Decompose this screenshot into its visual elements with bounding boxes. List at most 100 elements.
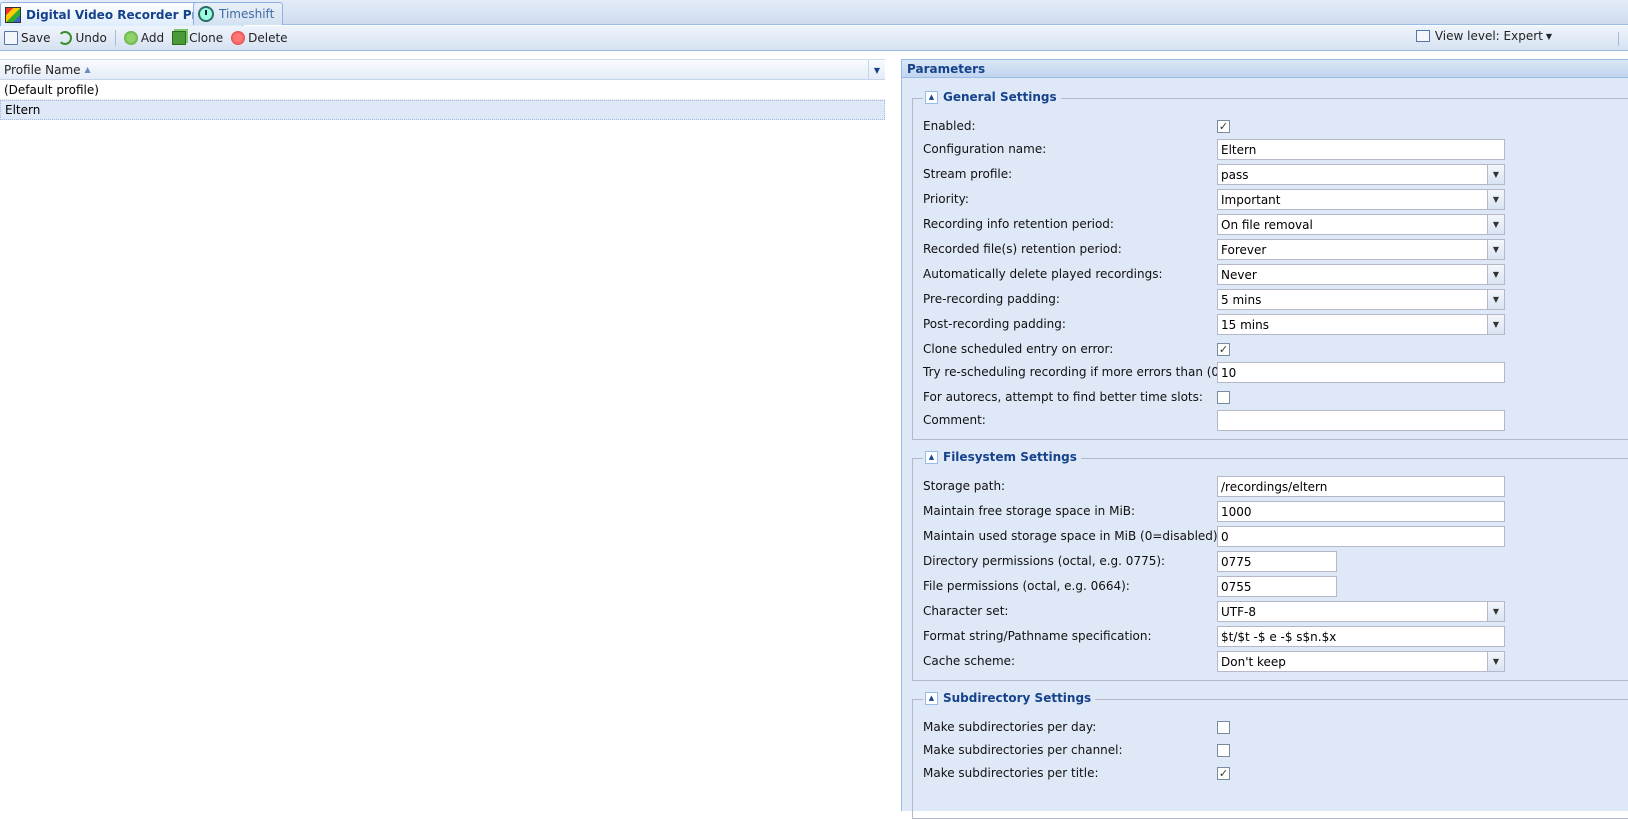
select-value: 5 mins [1221,292,1262,307]
info-retention-select[interactable]: On file removal ▼ [1217,214,1505,235]
add-button[interactable]: Add [120,27,168,49]
select-value: pass [1221,167,1249,182]
info-retention-row: Recording info retention period: On file… [923,214,1628,236]
profile-name-cell: Eltern [5,103,41,117]
config-name-input[interactable]: Eltern [1217,139,1505,160]
priority-select[interactable]: Important ▼ [1217,189,1505,210]
column-menu-button[interactable]: ▼ [868,60,885,80]
post-padding-row: Post-recording padding: 15 mins ▼ [923,314,1628,336]
fieldset-title: Subdirectory Settings [943,691,1092,705]
post-padding-select[interactable]: 15 mins ▼ [1217,314,1505,335]
subdirectory-settings-legend[interactable]: ▲ Subdirectory Settings [923,691,1096,705]
collapse-icon[interactable]: ▲ [925,90,938,104]
field-label: Pre-recording padding: [923,292,1060,306]
field-label: Make subdirectories per title: [923,766,1099,780]
clone-icon [172,31,187,45]
field-label: Directory permissions (octal, e.g. 0775)… [923,554,1166,568]
file-perms-input[interactable]: 0755 [1217,576,1337,597]
select-value: UTF-8 [1221,604,1256,619]
undo-icon [58,31,73,45]
file-retention-select[interactable]: Forever ▼ [1217,239,1505,260]
per-title-row: Make subdirectories per title: ✓ [923,763,1628,785]
field-label: Storage path: [923,479,1006,493]
per-channel-checkbox[interactable] [1217,744,1230,757]
reschedule-input[interactable]: 10 [1217,362,1505,383]
storage-path-input[interactable]: /recordings/eltern [1217,476,1505,497]
chevron-down-icon[interactable]: ▼ [1487,315,1504,334]
charset-select[interactable]: UTF-8 ▼ [1217,601,1505,622]
pre-padding-select[interactable]: 5 mins ▼ [1217,289,1505,310]
filesystem-settings-legend[interactable]: ▲ Filesystem Settings [923,450,1081,464]
save-label: Save [21,31,51,45]
field-label: Maintain free storage space in MiB: [923,504,1136,518]
select-value: Never [1221,267,1257,282]
better-slots-checkbox[interactable] [1217,391,1230,404]
per-title-checkbox[interactable]: ✓ [1217,767,1230,780]
chevron-down-icon[interactable]: ▼ [1487,165,1504,184]
filesystem-settings-fieldset: ▲ Filesystem Settings Storage path: /rec… [912,450,1628,681]
stream-profile-select[interactable]: pass ▼ [1217,164,1505,185]
sort-ascending-icon: ▲ [84,65,91,74]
column-header-profile-name[interactable]: Profile Name ▲ [0,63,91,77]
clone-label: Clone [189,31,224,45]
field-label: Maintain used storage space in MiB (0=di… [923,529,1222,543]
chevron-down-icon[interactable]: ▼ [1487,265,1504,284]
used-space-input[interactable]: 0 [1217,526,1505,547]
table-row[interactable]: Eltern [0,100,885,120]
add-icon [123,31,138,45]
file-perms-row: File permissions (octal, e.g. 0664): 075… [923,576,1628,598]
cache-row: Cache scheme: Don't keep ▼ [923,651,1628,673]
field-label: Try re-scheduling recording if more erro… [923,365,1254,379]
view-level-icon [1415,30,1430,42]
general-settings-fieldset: ▲ General Settings Enabled: ✓ Configurat… [912,90,1628,440]
chevron-down-icon[interactable]: ▼ [1487,290,1504,309]
clone-on-error-checkbox[interactable]: ✓ [1217,343,1230,356]
better-slots-row: For autorecs, attempt to find better tim… [923,387,1628,409]
collapse-icon[interactable]: ▲ [925,450,938,464]
undo-button[interactable]: Undo [54,27,110,49]
tab-timeshift[interactable]: Timeshift [193,2,284,25]
cache-select[interactable]: Don't keep ▼ [1217,651,1505,672]
free-space-input[interactable]: 1000 [1217,501,1505,522]
view-level-button[interactable]: View level: Expert ▼ [1415,29,1552,43]
field-label: Automatically delete played recordings: [923,267,1163,281]
general-settings-legend[interactable]: ▲ General Settings [923,90,1061,104]
chevron-down-icon[interactable]: ▼ [1487,602,1504,621]
chevron-down-icon[interactable]: ▼ [1487,215,1504,234]
delete-button[interactable]: Delete [227,27,291,49]
toolbar: Save Undo Add Clone Delete View level: E… [0,26,1628,51]
auto-delete-row: Automatically delete played recordings: … [923,264,1628,286]
grid-header: Profile Name ▲ ▼ [0,59,885,80]
profile-name-cell: (Default profile) [4,82,99,97]
dvr-icon [5,6,21,23]
auto-delete-select[interactable]: Never ▼ [1217,264,1505,285]
pre-padding-row: Pre-recording padding: 5 mins ▼ [923,289,1628,311]
clone-on-error-row: Clone scheduled entry on error: ✓ [923,339,1628,361]
save-button[interactable]: Save [0,27,54,49]
per-day-checkbox[interactable] [1217,721,1230,734]
collapse-icon[interactable]: ▲ [925,691,938,705]
chevron-down-icon[interactable]: ▼ [1487,652,1504,671]
toolbar-separator [114,30,116,46]
format-input[interactable]: $t/$t -$ e -$ s$n.$x [1217,626,1505,647]
clone-button[interactable]: Clone [168,27,227,49]
field-label: Enabled: [923,119,976,133]
enabled-checkbox[interactable]: ✓ [1217,120,1230,133]
chevron-down-icon[interactable]: ▼ [1487,240,1504,259]
field-label: Character set: [923,604,1009,618]
field-label: Format string/Pathname specification: [923,629,1152,643]
select-value: 15 mins [1221,317,1269,332]
comment-input[interactable] [1217,410,1505,431]
dir-perms-input[interactable]: 0775 [1217,551,1337,572]
field-label: Priority: [923,192,969,206]
field-label: Make subdirectories per channel: [923,743,1123,757]
select-value: Don't keep [1221,654,1286,669]
panel-splitter[interactable] [885,52,901,811]
per-channel-row: Make subdirectories per channel: [923,740,1628,762]
chevron-down-icon[interactable]: ▼ [1487,190,1504,209]
enabled-row: Enabled: ✓ [923,116,1628,138]
subdirectory-settings-fieldset: ▲ Subdirectory Settings Make subdirector… [912,691,1628,819]
field-label: Configuration name: [923,142,1047,156]
table-row[interactable]: (Default profile) [0,80,885,100]
fieldset-title: Filesystem Settings [943,450,1077,464]
